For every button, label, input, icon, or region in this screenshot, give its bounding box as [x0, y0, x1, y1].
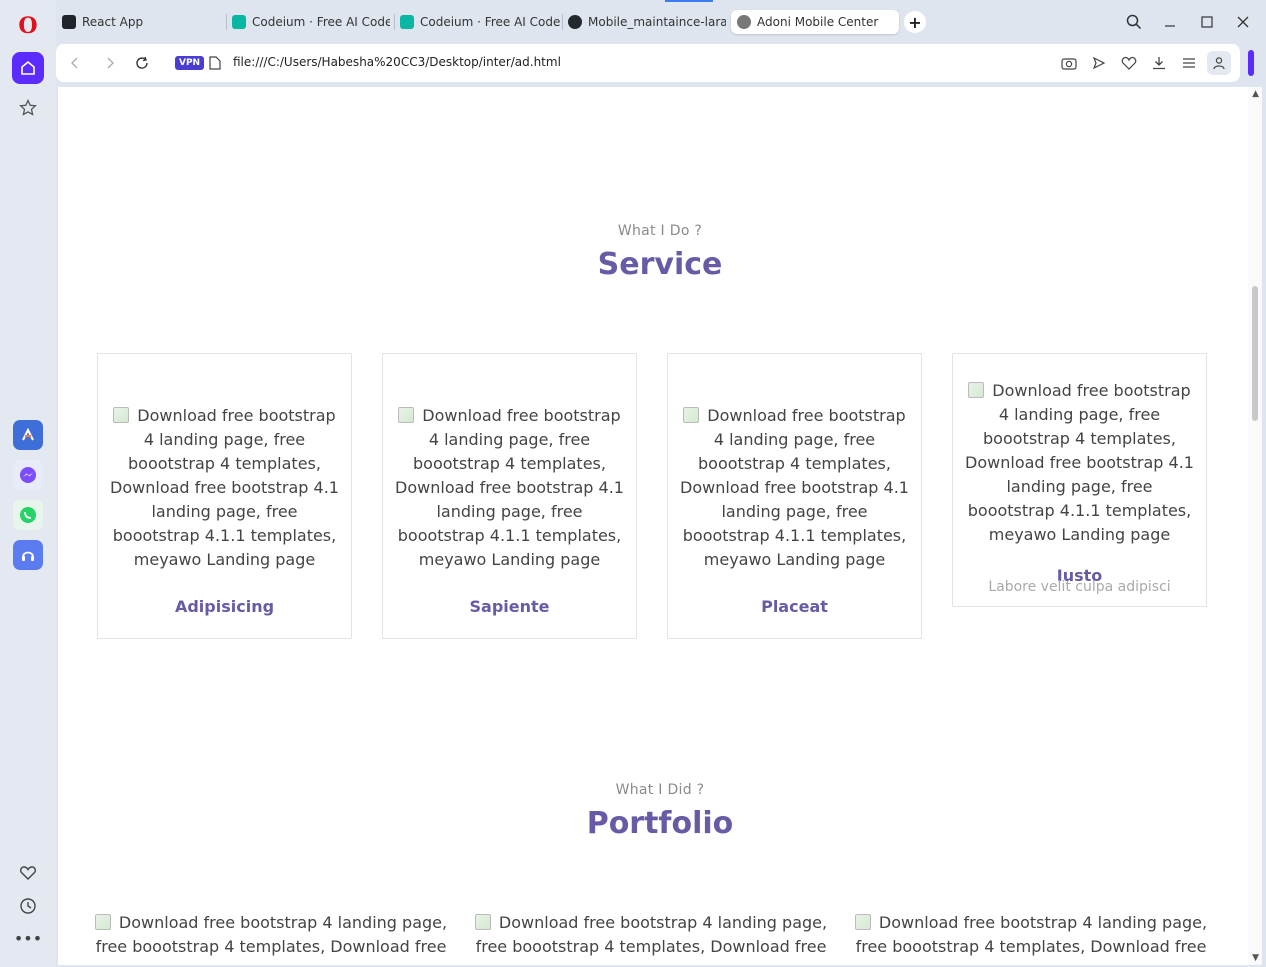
tab-codeium-1[interactable]: Codeium · Free AI Code Co — [228, 10, 390, 34]
vpn-badge[interactable]: VPN — [175, 56, 205, 70]
image-alt-text: Download free bootstrap 4 landing page, … — [475, 913, 828, 956]
search-icon[interactable] — [1122, 10, 1146, 34]
tab-adoni-active[interactable]: Adoni Mobile Center — [731, 10, 899, 34]
image-alt-text: Download free bootstrap 4 landing page, … — [680, 406, 909, 569]
history-clock-icon[interactable] — [12, 890, 44, 922]
portfolio-subtitle: What I Did ? — [615, 782, 705, 798]
portfolio-item[interactable]: Download free bootstrap 4 landing page, … — [91, 911, 451, 959]
service-title: Service — [597, 247, 723, 282]
service-card: Download free bootstrap 4 landing page, … — [667, 353, 922, 639]
opera-sidebar: O ••• — [0, 0, 56, 967]
tab-scroll-indicator — [665, 0, 713, 2]
more-options-icon[interactable]: ••• — [12, 922, 44, 954]
card-text: Labore velit culpa adipisci — [988, 579, 1171, 595]
home-icon[interactable] — [12, 52, 44, 84]
easy-setup-menu-icon[interactable] — [1179, 53, 1199, 73]
card-title: Sapiente — [469, 597, 550, 616]
bookmark-heart-icon[interactable] — [1119, 53, 1139, 73]
service-card-hover: Download free bootstrap 4 landing page, … — [952, 353, 1207, 607]
forward-icon[interactable] — [99, 52, 121, 74]
broken-image-icon — [683, 407, 700, 423]
tab-separator — [562, 14, 563, 30]
image-alt-text: Download free bootstrap 4 landing page, … — [395, 406, 624, 569]
broken-image: Download free bootstrap 4 landing page, … — [106, 404, 343, 572]
service-card: Download free bootstrap 4 landing page, … — [97, 353, 352, 639]
image-alt-text: Download free bootstrap 4 landing page, … — [95, 913, 448, 956]
tab-label: React App — [82, 15, 144, 29]
send-flow-icon[interactable] — [1089, 53, 1109, 73]
music-player-icon[interactable] — [13, 540, 43, 570]
globe-icon — [737, 15, 751, 29]
page-viewport: ▲ ▼ What I Do ? Service Download free bo… — [58, 87, 1262, 965]
scroll-thumb[interactable] — [1252, 286, 1258, 421]
snapshot-camera-icon[interactable] — [1059, 53, 1079, 73]
whatsapp-icon[interactable] — [13, 500, 43, 530]
messenger-icon[interactable] — [13, 460, 43, 490]
tab-label: Mobile_maintaince-laravel — [588, 15, 726, 29]
tab-codeium-2[interactable]: Codeium · Free AI Code Co — [396, 10, 560, 34]
broken-image-icon — [854, 914, 871, 930]
page-file-icon — [204, 52, 226, 74]
tab-label: Adoni Mobile Center — [757, 15, 879, 29]
back-icon[interactable] — [64, 52, 86, 74]
portfolio-item[interactable]: Download free bootstrap 4 landing page, … — [471, 911, 831, 959]
portfolio-title: Portfolio — [586, 806, 734, 841]
opera-logo-icon[interactable]: O — [12, 10, 44, 42]
broken-image-icon — [398, 407, 415, 423]
broken-image: Download free bootstrap 4 landing page, … — [676, 404, 913, 572]
bookmarks-star-icon[interactable] — [12, 92, 44, 124]
download-icon[interactable] — [1149, 53, 1169, 73]
broken-image: Download free bootstrap 4 landing page, … — [391, 404, 628, 572]
image-alt-text: Download free bootstrap 4 landing page, … — [855, 913, 1208, 956]
new-tab-plus-icon[interactable]: + — [904, 11, 926, 33]
tab-github[interactable]: Mobile_maintaince-laravel — [564, 10, 726, 34]
broken-image-icon — [474, 914, 491, 930]
github-icon — [568, 15, 582, 29]
card-title: Adipisicing — [174, 597, 275, 616]
broken-image-icon — [968, 382, 985, 398]
close-window-icon[interactable] — [1231, 10, 1255, 34]
broken-image: Download free bootstrap 4 landing page, … — [961, 379, 1198, 547]
heart-icon[interactable] — [12, 857, 44, 889]
sidebar-toggle-indicator[interactable] — [1248, 50, 1254, 76]
broken-image-icon — [113, 407, 130, 423]
reload-icon[interactable] — [131, 52, 153, 74]
url-input[interactable]: file:///C:/Users/Habesha%20CC3/Desktop/i… — [233, 55, 561, 69]
image-alt-text: Download free bootstrap 4 landing page, … — [110, 406, 339, 569]
card-title: Placeat — [761, 597, 828, 616]
aria-app-icon[interactable] — [13, 420, 43, 450]
tab-react-app[interactable]: React App — [58, 10, 218, 34]
service-card: Download free bootstrap 4 landing page, … — [382, 353, 637, 639]
tab-strip: React App Codeium · Free AI Code Co Code… — [56, 0, 1266, 44]
portfolio-item[interactable]: Download free bootstrap 4 landing page, … — [851, 911, 1211, 959]
react-icon — [62, 15, 76, 29]
scroll-up-arrow-icon[interactable]: ▲ — [1252, 89, 1259, 99]
tab-separator — [226, 14, 227, 30]
tab-label: Codeium · Free AI Code Co — [252, 15, 390, 29]
minimize-icon[interactable] — [1158, 10, 1182, 34]
codeium-icon — [400, 15, 414, 29]
service-subtitle: What I Do ? — [617, 223, 703, 239]
profile-avatar-icon[interactable] — [1207, 51, 1231, 75]
maximize-icon[interactable] — [1195, 10, 1219, 34]
image-alt-text: Download free bootstrap 4 landing page, … — [965, 381, 1194, 544]
broken-image-icon — [94, 914, 111, 930]
address-bar: VPN file:///C:/Users/Habesha%20CC3/Deskt… — [56, 44, 1240, 82]
scroll-down-arrow-icon[interactable]: ▼ — [1252, 953, 1259, 963]
tab-label: Codeium · Free AI Code Co — [420, 15, 560, 29]
tab-separator — [394, 14, 395, 30]
codeium-icon — [232, 15, 246, 29]
